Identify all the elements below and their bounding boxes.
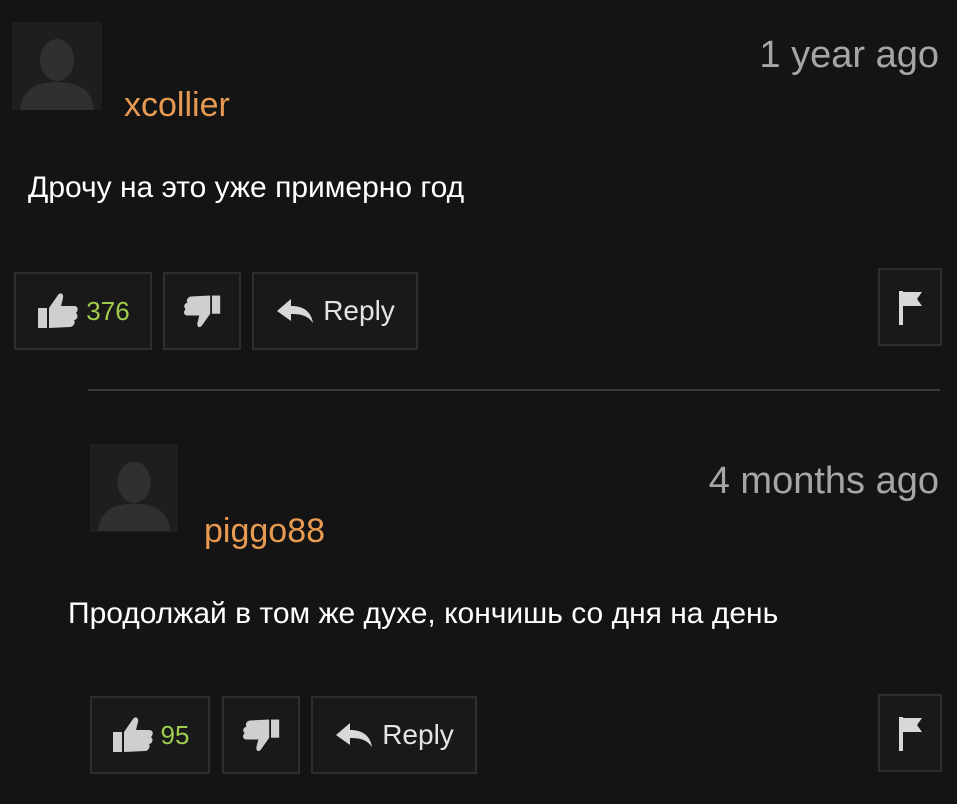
dislike-button[interactable] [222,696,300,774]
comment-1: xcollier 1 year ago Дрочу на это уже при… [0,0,957,390]
comment-timestamp: 1 year ago [759,34,939,76]
reply-divider [88,389,940,391]
thumbs-down-icon [184,295,221,328]
like-count: 95 [160,719,190,750]
flag-button[interactable] [878,268,942,346]
user-avatar[interactable] [12,22,102,110]
dislike-button[interactable] [163,272,241,350]
like-count: 376 [86,295,130,326]
reply-arrow-icon [277,299,314,323]
reply-button[interactable]: Reply [311,696,477,774]
flag-icon [899,717,922,751]
comment-username[interactable]: piggo88 [204,514,325,548]
reply-label: Reply [382,719,454,750]
comment-text: Дрочу на это уже примерно год [28,171,465,204]
flag-icon [899,291,922,325]
avatar-placeholder-icon [90,444,178,532]
reply-button[interactable]: Reply [252,272,418,350]
thumbs-up-icon [112,717,153,752]
user-avatar[interactable] [90,444,178,532]
reply-label: Reply [323,295,395,326]
like-button[interactable]: 376 [14,272,152,350]
comment-text: Продолжай в том же духе, кончишь со дня … [68,597,779,630]
comment-timestamp: 4 months ago [708,460,939,502]
comment-2: piggo88 4 months ago Продолжай в том же … [0,392,957,804]
like-button[interactable]: 95 [90,696,210,774]
flag-button[interactable] [878,694,942,772]
thumbs-up-icon [38,293,79,328]
thumbs-down-icon [243,719,280,752]
reply-arrow-icon [336,723,373,747]
comment-username[interactable]: xcollier [124,88,230,122]
avatar-placeholder-icon [12,22,102,110]
